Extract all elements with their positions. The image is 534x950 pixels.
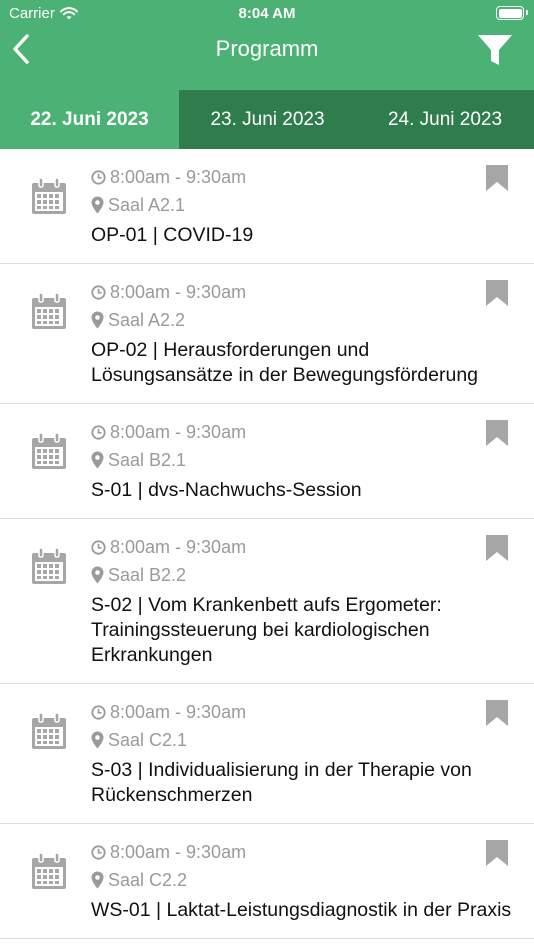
calendar-icon [32,292,66,329]
location-pin-icon [91,451,104,469]
session-item[interactable]: 8:00am - 9:30am Saal A2.1 OP-01 | COVID-… [0,149,534,264]
status-bar: Carrier 8:04 AM [0,0,534,28]
calendar-icon [32,177,66,214]
time-text: 8:00am - 9:30am [110,701,247,722]
tab-23-juni[interactable]: 23. Juni 2023 [179,90,356,149]
calendar-icon [32,432,66,469]
room-text: Saal C2.1 [108,729,188,750]
clock-icon [91,424,106,440]
battery-icon [496,6,524,20]
bookmark-icon[interactable] [486,700,508,726]
session-item[interactable]: 8:00am - 9:30am Saal C2.2 WS-01 | Laktat… [0,824,534,939]
bookmark-icon[interactable] [486,280,508,306]
page-title: Programm [215,36,319,61]
session-title: OP-01 | COVID-19 [91,224,254,246]
date-tabs: 22. Juni 2023 23. Juni 2023 24. Juni 202… [0,90,534,149]
battery-tip [526,10,528,15]
session-item[interactable]: 8:00am - 9:30am Saal B2.1 S-01 | dvs-Nac… [0,404,534,519]
location-pin-icon [91,731,104,749]
session-title: WS-01 | Laktat-Leistungsdiagnostik in de… [91,899,512,921]
session-time: 8:00am - 9:30am [91,700,514,724]
calendar-icon [32,712,66,749]
session-list: 8:00am - 9:30am Saal A2.1 OP-01 | COVID-… [0,149,534,939]
session-room: Saal C2.2 [91,868,514,892]
session-time: 8:00am - 9:30am [91,280,514,304]
room-text: Saal B2.1 [108,449,187,470]
bookmark-icon[interactable] [486,535,508,561]
clock-icon [91,844,106,860]
time-text: 8:00am - 9:30am [110,281,247,302]
room-text: Saal A2.2 [108,309,186,330]
session-title: S-03 | Individualisierung in der Therapi… [91,759,472,806]
session-item[interactable]: 8:00am - 9:30am Saal A2.2 OP-02 | Heraus… [0,264,534,404]
room-text: Saal C2.2 [108,869,188,890]
bookmark-icon[interactable] [486,420,508,446]
bookmark-icon[interactable] [486,840,508,866]
tab-24-juni[interactable]: 24. Juni 2023 [356,90,534,149]
app-header: Carrier 8:04 AM Programm [0,0,534,90]
location-pin-icon [91,196,104,214]
location-pin-icon [91,871,104,889]
calendar-icon [32,547,66,584]
session-time: 8:00am - 9:30am [91,840,514,864]
session-time: 8:00am - 9:30am [91,535,514,559]
session-title: S-02 | Vom Krankenbett aufs Ergometer: T… [91,594,442,666]
room-text: Saal A2.1 [108,194,186,215]
session-room: Saal C2.1 [91,728,514,752]
session-time: 8:00am - 9:30am [91,165,514,189]
session-room: Saal B2.2 [91,563,514,587]
session-item[interactable]: 8:00am - 9:30am Saal B2.2 S-02 | Vom Kra… [0,519,534,684]
clock-icon [91,704,106,720]
clock-icon [91,539,106,555]
time-text: 8:00am - 9:30am [110,166,247,187]
status-time: 8:04 AM [238,5,296,22]
session-item[interactable]: 8:00am - 9:30am Saal C2.1 S-03 | Individ… [0,684,534,824]
session-time: 8:00am - 9:30am [91,420,514,444]
time-text: 8:00am - 9:30am [110,536,247,557]
session-title: S-01 | dvs-Nachwuchs-Session [91,479,362,501]
clock-icon [91,169,106,185]
session-room: Saal A2.2 [91,308,514,332]
session-room: Saal A2.1 [91,193,514,217]
location-pin-icon [91,566,104,584]
filter-button[interactable] [476,32,514,68]
session-room: Saal B2.1 [91,448,514,472]
filter-icon [478,35,512,65]
calendar-icon [32,852,66,889]
room-text: Saal B2.2 [108,564,187,585]
time-text: 8:00am - 9:30am [110,421,247,442]
clock-icon [91,284,106,300]
time-text: 8:00am - 9:30am [110,841,247,862]
bookmark-icon[interactable] [486,165,508,191]
session-title: OP-02 | Herausforderungen und Lösungsans… [91,339,479,386]
location-pin-icon [91,311,104,329]
tab-22-juni[interactable]: 22. Juni 2023 [0,90,179,149]
